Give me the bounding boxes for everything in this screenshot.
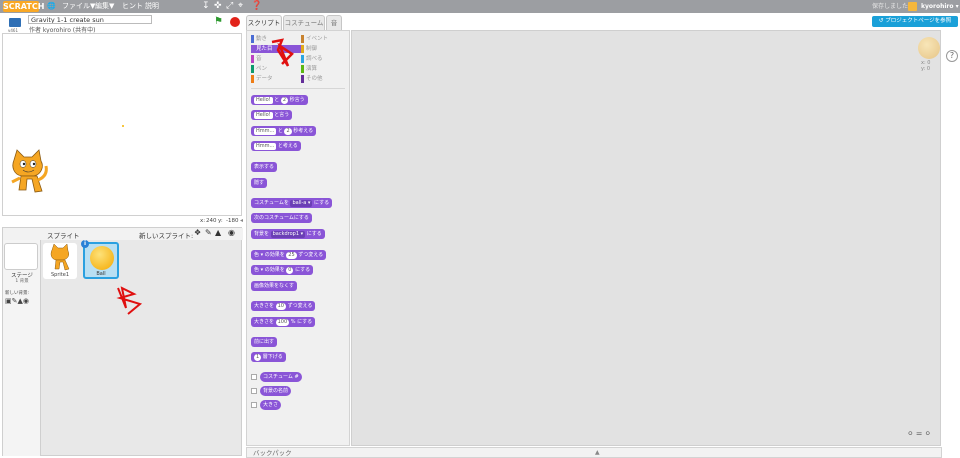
globe-icon[interactable]: 🌐 — [47, 0, 56, 13]
camera-icon[interactable]: ◉ — [228, 228, 235, 237]
checkbox-costume-number[interactable] — [251, 374, 257, 380]
stage-column: ステージ 1 背景 新しい背景: ▣✎▲◉ — [3, 240, 41, 456]
coords-x: 240 — [206, 218, 217, 224]
block-switch-backdrop[interactable]: 背景を backdrop1 ▾ にする — [251, 229, 325, 239]
block-change-size[interactable]: 大きさを 10 ずつ変える — [251, 301, 316, 311]
new-sprite-label: 新しいスプライト: — [139, 232, 194, 240]
current-sprite-ball-icon — [918, 37, 940, 59]
see-project-page-label: プロジェクトページを参照 — [885, 18, 952, 24]
block-set-effect[interactable]: 色 ▾ の効果を 0 にする — [251, 265, 314, 275]
green-flag-icon[interactable]: ⚑ — [214, 17, 223, 27]
block-go-front[interactable]: 前に出す — [251, 337, 278, 347]
checkbox-backdrop-name[interactable] — [251, 388, 257, 394]
new-backdrop-label: 新しい背景: — [5, 291, 30, 296]
stage-backdrop-count: 1 背景 — [15, 279, 29, 284]
sprite-y: y: 0 — [921, 66, 931, 72]
category-more-blocks[interactable]: その他 — [301, 75, 347, 83]
see-project-page-button[interactable]: ↺ プロジェクトページを参照 — [872, 16, 958, 27]
backdrop-camera-icon[interactable]: ◉ — [23, 297, 29, 305]
menu-bar: SCRATCH 🌐 ファイル▼ 編集▼ ヒント 説明 ↧ ✜ ⤢ ⌖ ❓ 保存し… — [0, 0, 960, 13]
block-switch-costume[interactable]: コスチュームを ball-a ▾ にする — [251, 198, 333, 208]
coords-y: -180 — [226, 218, 239, 224]
about-menu[interactable]: 説明 — [145, 0, 159, 13]
stage-thumbnail[interactable] — [4, 243, 38, 270]
backpack-bar[interactable]: バックパック ▲ — [246, 447, 942, 458]
collapse-arrow-icon[interactable]: ◂ — [240, 217, 243, 224]
ball-thumbnail-icon — [90, 246, 114, 270]
sprite-library-icon[interactable]: ❖ — [194, 228, 201, 237]
block-change-effect[interactable]: 色 ▾ の効果を 25 ずつ変える — [251, 250, 327, 260]
duplicate-icon[interactable]: ↧ — [202, 1, 210, 12]
block-say[interactable]: Hello! と言う — [251, 110, 293, 120]
zoom-controls: ⚪=⚪ — [907, 429, 933, 438]
palette-divider — [251, 88, 345, 89]
category-operators[interactable]: 演算 — [301, 65, 347, 73]
block-say-for[interactable]: Hello! と 2 秒言う — [251, 95, 308, 105]
cat-thumbnail-icon — [50, 243, 70, 271]
cut-icon[interactable]: ✜ — [214, 1, 222, 12]
grow-icon[interactable]: ⤢ — [226, 1, 233, 12]
user-menu[interactable]: kyorohiro ▾ — [921, 0, 959, 13]
tab-costumes[interactable]: コスチューム — [283, 15, 325, 30]
category-events[interactable]: イベント — [301, 35, 347, 43]
category-sensing[interactable]: 調べる — [301, 55, 347, 63]
help-question-icon[interactable]: ? — [946, 50, 958, 62]
scripts-area[interactable]: x: 0 y: 0 ⚪=⚪ — [351, 30, 941, 446]
scratch-logo[interactable]: SCRATCH — [3, 1, 44, 12]
sprite-name-sprite1: Sprite1 — [50, 272, 69, 278]
cat-sprite-on-stage[interactable] — [8, 146, 50, 198]
coords-x-label: x: — [200, 218, 206, 224]
backpack-expand-icon[interactable]: ▲ — [595, 448, 600, 458]
user-avatar — [908, 2, 917, 11]
tab-scripts[interactable]: スクリプト — [246, 15, 282, 30]
annotation-scribble — [116, 286, 143, 315]
block-go-back[interactable]: 1 層下げる — [251, 352, 286, 362]
backpack-label: バックパック — [253, 449, 292, 457]
sprite-thumb-ball[interactable]: Ball — [83, 242, 119, 279]
category-control[interactable]: 制御 — [301, 45, 347, 53]
block-think[interactable]: Hmm... と考える — [251, 141, 301, 151]
shrink-icon[interactable]: ⌖ — [238, 1, 243, 12]
right-margin: ? — [942, 30, 960, 458]
tab-sounds[interactable]: 音 — [326, 15, 342, 30]
backdrop-tools: ▣✎▲◉ — [5, 297, 29, 305]
reporter-backdrop-name[interactable]: 背景の名前 — [260, 386, 292, 396]
zoom-in-icon[interactable]: ⚪ — [924, 429, 933, 438]
presentation-mode-icon[interactable] — [9, 18, 21, 27]
ball-sprite-on-stage[interactable] — [122, 125, 124, 127]
sprite-pane: スプライト 新しいスプライト: ❖ ✎ ▲ ◉ ステージ 1 背景 新しい背景:… — [2, 227, 243, 456]
block-palette: 動き 見た目 音 ペン データ イベント 制御 調べる 演算 その他 Hello… — [246, 30, 350, 446]
file-menu[interactable]: ファイル▼ — [62, 0, 95, 13]
block-hide[interactable]: 隠す — [251, 178, 268, 188]
stop-icon[interactable] — [230, 17, 240, 27]
checkbox-size[interactable] — [251, 402, 257, 408]
stage-header: v461 作者 kyorohiro (共有中) ⚑ — [0, 13, 244, 34]
sprite-name-ball: Ball — [96, 271, 106, 277]
stage[interactable] — [2, 33, 242, 216]
save-status: 保存しました — [872, 3, 909, 10]
stage-coords: x: 240 y: -180 ◂ — [0, 216, 244, 226]
help-icon[interactable]: ❓ — [251, 1, 262, 12]
zoom-out-icon[interactable]: ⚪ — [907, 429, 916, 438]
coords-y-label: y: — [218, 218, 223, 224]
edit-menu[interactable]: 編集▼ — [95, 0, 114, 13]
category-data[interactable]: データ — [251, 75, 297, 83]
sprites-heading: スプライト — [47, 232, 80, 240]
reporter-size[interactable]: 大きさ — [260, 400, 282, 410]
tips-menu[interactable]: ヒント — [122, 0, 143, 13]
sprite-pane-header: スプライト 新しいスプライト: ❖ ✎ ▲ ◉ — [3, 228, 243, 240]
backdrop-library-icon[interactable]: ▣ — [5, 297, 12, 305]
annotation-arrow — [271, 38, 294, 67]
paint-icon[interactable]: ✎ — [205, 228, 212, 237]
sprite-info-icon[interactable]: i — [81, 240, 89, 248]
block-think-for[interactable]: Hmm... と 2 秒考える — [251, 126, 317, 136]
block-next-costume[interactable]: 次のコスチュームにする — [251, 213, 312, 223]
block-clear-effects[interactable]: 画像効果をなくす — [251, 281, 298, 291]
block-show[interactable]: 表示する — [251, 162, 278, 172]
block-set-size[interactable]: 大きさを 100 % にする — [251, 317, 316, 327]
reporter-costume-number[interactable]: コスチューム # — [260, 372, 302, 382]
project-title-input[interactable] — [28, 15, 152, 24]
upload-icon[interactable]: ▲ — [215, 228, 221, 237]
